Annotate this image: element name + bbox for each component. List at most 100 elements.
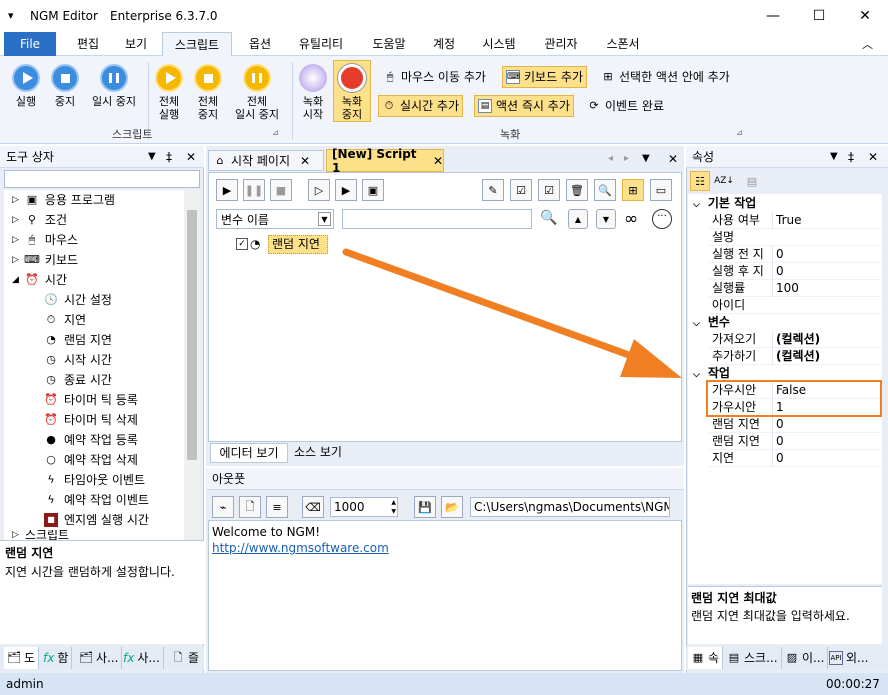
tab-functions[interactable]: fx 함 (40, 647, 73, 669)
pause-button[interactable]: 일시 중지 (86, 64, 142, 108)
output-save-button[interactable]: 💾 (414, 496, 436, 518)
output-link-website[interactable]: http://www.ngmsoftware.com (212, 541, 389, 555)
tab-script-explorer[interactable]: ▤ 스크... (724, 647, 782, 669)
close-panel-icon[interactable]: ✕ (668, 152, 678, 166)
menu-edit[interactable]: 편집 (66, 32, 110, 56)
editor-edit-button[interactable]: ✎ (482, 179, 504, 201)
tab-scroll-right-icon[interactable]: ▸ (624, 153, 629, 164)
search-icon[interactable]: 🔍 (540, 210, 557, 226)
property-row[interactable]: 아이디 (709, 297, 881, 314)
pause-all-button[interactable]: 전체 일시 중지 (228, 64, 286, 121)
tab-user-functions[interactable]: fx 사... (120, 647, 164, 669)
property-row[interactable]: 지연 0 (709, 450, 881, 467)
editor-run-selected-button[interactable]: ▶ (335, 179, 357, 201)
menu-script[interactable]: 스크립트 (162, 32, 232, 56)
property-value[interactable]: (컬렉션) (772, 331, 881, 348)
property-row[interactable]: 설명 (709, 229, 881, 246)
tree-item-time[interactable]: ◢ ⏰ 시간 (12, 270, 67, 290)
tab-image[interactable]: ▨ 이... (782, 647, 829, 669)
tab-user[interactable]: 🗂 사... (76, 647, 123, 669)
variable-name-select[interactable]: 변수 이름 ▼ (216, 209, 334, 229)
variable-search-input[interactable] (342, 209, 532, 229)
tab-editor-view[interactable]: 에디터 보기 (210, 443, 288, 463)
scrollbar-thumb[interactable] (187, 210, 197, 460)
alphabetical-view-button[interactable]: AZ↓ (714, 171, 734, 191)
tree-item-time-set[interactable]: 🕓 시간 설정 (44, 290, 112, 310)
record-stop-button[interactable]: 녹화 중지 (333, 60, 371, 122)
property-category-variables[interactable]: ⌵ 변수 (689, 314, 881, 331)
menu-options[interactable]: 옵션 (238, 32, 282, 56)
add-mouse-move-button[interactable]: 🖱 마우스 이동 추가 (380, 66, 489, 88)
editor-pause-button[interactable]: ❚❚ (243, 179, 265, 201)
minimize-button[interactable]: — (750, 0, 796, 32)
editor-step-button[interactable]: ▷ (308, 179, 330, 201)
tree-item-start-time[interactable]: ◷ 시작 시간 (44, 350, 112, 370)
editor-tree-view-button[interactable]: ⊞ (622, 179, 644, 201)
more-icon[interactable]: ··· (652, 209, 672, 229)
node-checkbox[interactable]: ✓ (236, 238, 248, 250)
menu-utility[interactable]: 유틸리티 (290, 32, 352, 56)
stop-all-button[interactable]: 전체 중지 (190, 64, 226, 121)
property-value[interactable]: True (772, 212, 881, 229)
tree-item-schedule-add[interactable]: ● 예약 작업 등록 (44, 430, 138, 450)
editor-find-button[interactable]: 🔍 (594, 179, 616, 201)
dropdown-icon[interactable]: ▼ (148, 146, 156, 168)
property-value[interactable]: 0 (772, 433, 881, 450)
event-complete-button[interactable]: ⟳ 이벤트 완료 (584, 95, 667, 117)
dialog-launcher-icon[interactable]: ⊿ (272, 128, 279, 137)
editor-stop-button[interactable]: ■ (270, 179, 292, 201)
pin-icon[interactable]: ‡ (848, 146, 854, 168)
pin-icon[interactable]: ‡ (166, 146, 172, 168)
tab-script-1[interactable]: [New] Script 1 ✕ (326, 147, 444, 175)
tab-close-icon[interactable]: ✕ (300, 154, 310, 168)
app-menu-icon[interactable]: ▾ (8, 9, 14, 22)
property-row[interactable]: 실행률 100 (709, 280, 881, 297)
dropdown-icon[interactable]: ▼ (642, 153, 650, 164)
infinity-icon[interactable]: ∞ (624, 209, 638, 229)
chevron-down-icon[interactable]: ▼ (318, 212, 331, 226)
editor-check-all-button[interactable]: ☑ (538, 179, 560, 201)
close-panel-icon[interactable]: ✕ (868, 146, 878, 168)
output-line-limit-input[interactable]: 1000 ▲ ▼ (330, 497, 398, 517)
tab-external[interactable]: API 외... (826, 647, 871, 669)
move-down-button[interactable]: ▼ (596, 209, 616, 229)
tree-item-keyboard[interactable]: ▷ ⌨ 키보드 (12, 250, 78, 270)
tree-item-timer-tick-add[interactable]: ⏰ 타이머 틱 등록 (44, 390, 138, 410)
add-action-now-button[interactable]: ▤ 액션 즉시 추가 (474, 95, 574, 117)
property-row[interactable]: 추가하기 (컬렉션) (709, 348, 881, 365)
tab-favorites[interactable]: 🗋 즐 (168, 647, 202, 669)
tab-toolbox[interactable]: 🗂 도 (4, 647, 40, 669)
menu-admin[interactable]: 관리자 (536, 32, 586, 56)
output-log-button[interactable]: 🗋 (239, 496, 261, 518)
categorized-view-button[interactable]: ☷ (690, 171, 710, 191)
close-panel-icon[interactable]: ✕ (186, 146, 196, 168)
tree-item-script[interactable]: ▷ 스크립트 (12, 530, 69, 540)
maximize-button[interactable]: ☐ (796, 0, 842, 32)
editor-check-button[interactable]: ☑ (510, 179, 532, 201)
tree-item-condition[interactable]: ▷ ⚲ 조건 (12, 210, 67, 230)
property-row[interactable]: 랜덤 지연 0 (709, 433, 881, 450)
tree-item-timer-tick-remove[interactable]: ⏰ 타이머 틱 삭제 (44, 410, 138, 430)
run-all-button[interactable]: 전체 실행 (150, 64, 188, 121)
tab-source-view[interactable]: 소스 보기 (290, 443, 346, 463)
menu-account[interactable]: 계정 (424, 32, 464, 56)
property-pages-button[interactable]: ▤ (742, 171, 762, 191)
toolbox-search-input[interactable] (4, 170, 200, 188)
property-row[interactable]: 가져오기 (컬렉션) (709, 331, 881, 348)
property-value[interactable]: 100 (772, 280, 881, 297)
property-value[interactable]: 0 (772, 246, 881, 263)
tab-start-page[interactable]: ⌂ 시작 페이지 ✕ (208, 150, 324, 171)
menu-file[interactable]: File (4, 32, 56, 56)
property-row[interactable]: 사용 여부 True (709, 212, 881, 229)
menu-help[interactable]: 도움말 (364, 32, 414, 56)
editor-run-from-button[interactable]: ▣ (362, 179, 384, 201)
output-path-input[interactable]: C:\Users\ngmas\Documents\NGM6\ (470, 497, 670, 517)
node-random-delay[interactable]: 랜덤 지연 (268, 235, 328, 254)
editor-delete-button[interactable]: 🗑 (566, 179, 588, 201)
output-erase-button[interactable]: ⌫ (302, 496, 324, 518)
tree-item-mouse[interactable]: ▷ 🖱 마우스 (12, 230, 78, 250)
menu-system[interactable]: 시스템 (474, 32, 524, 56)
property-value[interactable]: 0 (772, 416, 881, 433)
move-up-button[interactable]: ▲ (568, 209, 588, 229)
property-value[interactable]: (컬렉션) (772, 348, 881, 365)
